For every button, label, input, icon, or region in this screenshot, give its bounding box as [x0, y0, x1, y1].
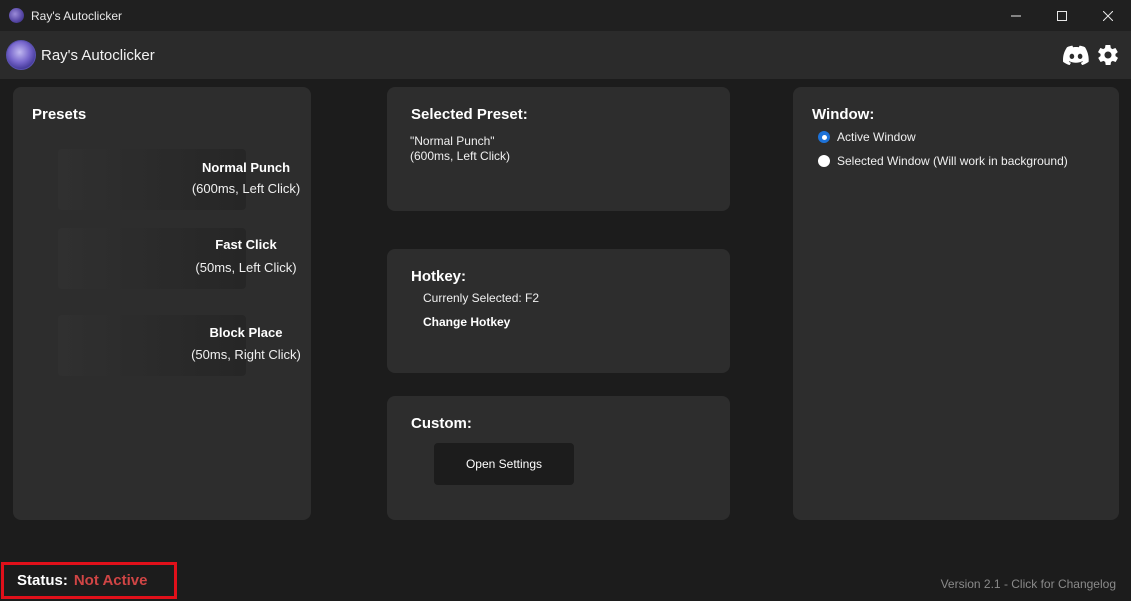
maximize-icon [1057, 10, 1067, 21]
preset-block-place-button[interactable]: Block Place (50ms, Right Click) [58, 315, 301, 376]
status-value: Not Active [73, 572, 148, 589]
change-hotkey-button[interactable]: Change Hotkey [423, 315, 510, 329]
app-name: Ray's Autoclicker [41, 46, 155, 64]
preset-name: Normal Punch [201, 160, 291, 175]
custom-title: Custom: [411, 415, 472, 432]
radio-unchecked-icon[interactable] [818, 155, 830, 167]
selected-preset-panel: Selected Preset: "Normal Punch" (600ms, … [387, 87, 730, 211]
window-title-label: Window: [812, 106, 875, 123]
window-title: Ray's Autoclicker [31, 8, 122, 23]
selected-preset-detail: (600ms, Left Click) [410, 149, 511, 163]
selected-preset-title: Selected Preset: [411, 106, 528, 123]
discord-button[interactable] [1063, 42, 1089, 68]
radio-label: Selected Window (Will work in background… [837, 154, 1068, 168]
preset-name: Fast Click [215, 237, 277, 252]
radio-label: Active Window [837, 130, 916, 144]
close-icon [1103, 10, 1113, 21]
changelog-link[interactable]: Version 2.1 - Click for Changelog [941, 577, 1116, 591]
presets-title: Presets [32, 106, 87, 123]
radio-active-window[interactable]: Active Window [818, 130, 916, 144]
presets-panel: Presets Normal Punch (600ms, Left Click)… [13, 87, 311, 520]
discord-icon [1063, 45, 1089, 65]
maximize-button[interactable] [1039, 0, 1085, 31]
app-logo-icon [9, 8, 24, 23]
avatar [6, 40, 36, 70]
preset-normal-punch-button[interactable]: Normal Punch (600ms, Left Click) [58, 149, 300, 210]
preset-fast-click-button[interactable]: Fast Click (50ms, Left Click) [58, 228, 297, 289]
gear-icon [1098, 45, 1118, 65]
preset-detail: (600ms, Left Click) [191, 181, 301, 196]
minimize-button[interactable] [993, 0, 1039, 31]
title-bar: Ray's Autoclicker [0, 0, 1131, 31]
preset-detail: (50ms, Right Click) [191, 347, 301, 362]
hotkey-panel: Hotkey: Currenly Selected: F2 Change Hot… [387, 249, 730, 373]
radio-checked-icon[interactable] [818, 131, 830, 143]
window-controls [993, 0, 1131, 31]
settings-button[interactable] [1095, 42, 1121, 68]
hotkey-title: Hotkey: [411, 268, 467, 285]
status-label: Status: [17, 572, 68, 589]
preset-detail: (50ms, Left Click) [195, 260, 297, 275]
open-settings-button[interactable]: Open Settings [434, 443, 574, 485]
hotkey-current: Currenly Selected: F2 [423, 291, 540, 305]
app-header: Ray's Autoclicker [0, 31, 1131, 79]
preset-name: Block Place [209, 325, 283, 340]
custom-panel: Custom: Open Settings [387, 396, 730, 520]
window-panel: Window: Active Window Selected Window (W… [793, 87, 1119, 520]
close-button[interactable] [1085, 0, 1131, 31]
minimize-icon [1011, 15, 1021, 16]
selected-preset-name: "Normal Punch" [410, 134, 495, 148]
radio-selected-window[interactable]: Selected Window (Will work in background… [818, 154, 1068, 168]
status-indicator: Status: Not Active [1, 562, 177, 599]
header-actions [1063, 42, 1121, 68]
